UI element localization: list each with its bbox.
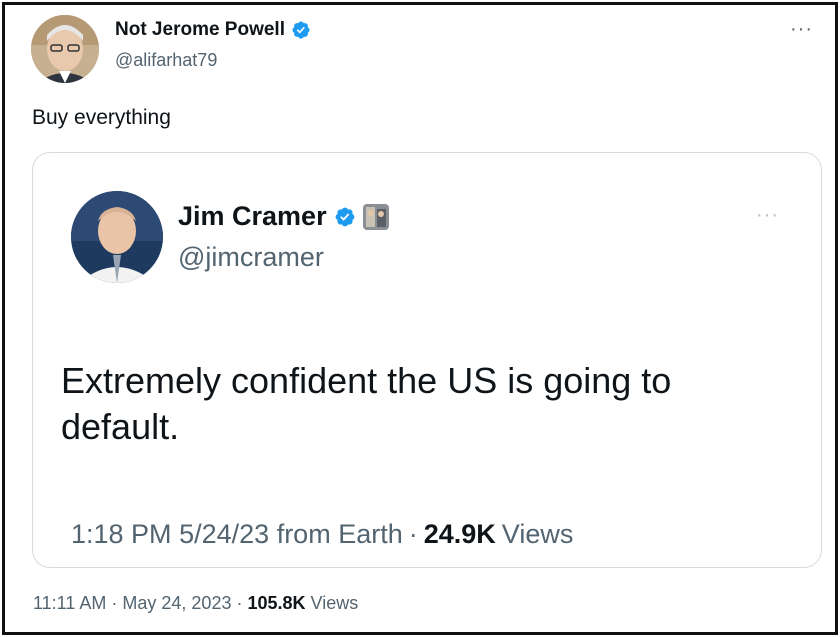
verified-badge-icon[interactable] bbox=[291, 20, 311, 40]
quoted-tweet-date[interactable]: 5/24/23 bbox=[179, 519, 269, 550]
author-name-row: Not Jerome Powell bbox=[115, 19, 311, 41]
quoted-author-avatar[interactable] bbox=[71, 191, 163, 283]
tweet-views-count: 105.8K bbox=[247, 593, 306, 613]
tweet-views-label: Views bbox=[310, 593, 359, 613]
quoted-author-handle[interactable]: @jimcramer bbox=[178, 242, 324, 273]
separator-dot: · bbox=[236, 593, 243, 613]
more-options-icon[interactable]: ··· bbox=[790, 19, 813, 39]
separator-dot: · bbox=[111, 593, 118, 613]
tweet-date[interactable]: May 24, 2023 bbox=[122, 593, 231, 614]
affiliate-badge-icon[interactable] bbox=[362, 203, 389, 230]
more-options-icon[interactable]: ··· bbox=[756, 205, 779, 225]
quoted-tweet-views-count: 24.9K bbox=[423, 519, 496, 549]
quoted-tweet-card[interactable]: Jim Cramer @jimcramer ··· Extremely conf… bbox=[32, 152, 822, 568]
quoted-author-name[interactable]: Jim Cramer bbox=[178, 201, 327, 232]
tweet-text: Buy everything bbox=[32, 106, 171, 129]
author-name[interactable]: Not Jerome Powell bbox=[115, 19, 285, 41]
tweet-meta: 11:11 AM · May 24, 2023 · 105.8K Views bbox=[33, 593, 358, 614]
quoted-author-name-row: Jim Cramer bbox=[178, 201, 389, 232]
quoted-tweet-location: from Earth bbox=[276, 519, 403, 549]
quoted-tweet-text: Extremely confident the US is going to d… bbox=[61, 360, 672, 447]
tweet-screenshot: Not Jerome Powell @alifarhat79 ··· Buy e… bbox=[2, 2, 838, 635]
quoted-tweet-time[interactable]: 1:18 PM bbox=[71, 519, 172, 550]
tweet-time[interactable]: 11:11 AM bbox=[33, 593, 106, 614]
author-handle[interactable]: @alifarhat79 bbox=[115, 50, 217, 71]
quoted-tweet-meta: 1:18 PM 5/24/23 from Earth · 24.9K Views bbox=[71, 519, 573, 550]
author-avatar[interactable] bbox=[31, 15, 99, 83]
separator-dot: · bbox=[408, 519, 418, 549]
verified-badge-icon[interactable] bbox=[334, 206, 356, 228]
quoted-tweet-views-label: Views bbox=[501, 519, 574, 549]
